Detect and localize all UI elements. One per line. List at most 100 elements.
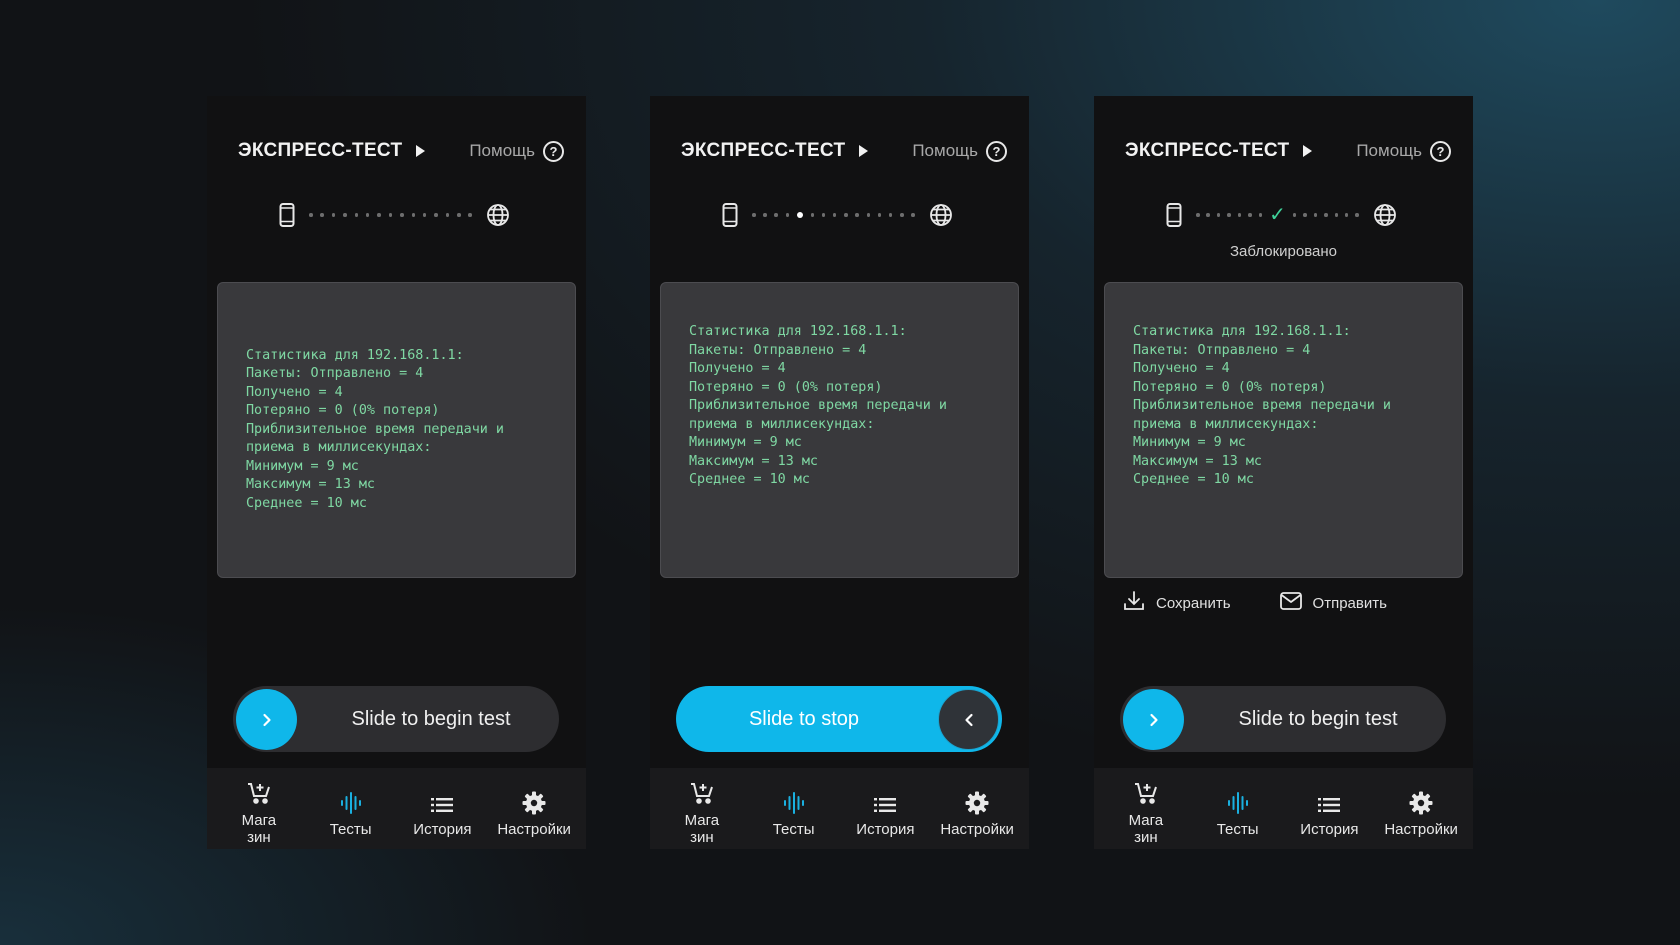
progress-dot (1248, 213, 1252, 217)
help-button[interactable]: Помощь? (469, 140, 564, 162)
progress-dot (422, 213, 427, 217)
output-line: Среднее = 10 мс (689, 472, 810, 487)
output-line: приема в миллисекундах: (689, 416, 875, 432)
nav-label: История (856, 821, 915, 838)
nav-label: Настройки (497, 821, 571, 838)
progress-dot (900, 213, 904, 217)
gear-icon (965, 789, 989, 815)
output-line: Получено = 4 (1133, 361, 1230, 376)
play-icon (416, 145, 426, 157)
question-icon: ? (1430, 140, 1451, 162)
question-icon: ? (986, 140, 1007, 162)
express-test-menu[interactable]: ЭКСПРЕСС-ТЕСТ (681, 140, 869, 162)
nav-settings[interactable]: Настройки (931, 780, 1023, 838)
send-button[interactable]: Отправить (1279, 589, 1387, 617)
waveform-icon (782, 789, 806, 815)
progress-dot (866, 213, 871, 217)
screen-title: ЭКСПРЕСС-ТЕСТ (681, 140, 846, 161)
progress-dot (1313, 213, 1318, 217)
output-line: Получено = 4 (246, 384, 343, 400)
cart-icon (1133, 780, 1159, 806)
output-line: Потеряно = 0 (0% потеря) (246, 403, 440, 419)
progress-dot (468, 213, 472, 217)
progress-dot (785, 213, 790, 217)
help-button[interactable]: Помощь? (1356, 140, 1451, 162)
slider-knob[interactable] (1123, 689, 1184, 750)
progress-dot (388, 213, 393, 217)
nav-shop[interactable]: Мага зин (656, 780, 748, 846)
progress-dot (343, 213, 347, 217)
ping-output: Статистика для 192.168.1.1: Пакеты: Отпра… (660, 282, 1019, 578)
progress-dot (365, 213, 370, 217)
screen-2: ЭКСПРЕСС-ТЕСТ Помощь? Статистика для 192.1… (650, 96, 1029, 849)
express-test-menu[interactable]: ЭКСПРЕСС-ТЕСТ (1125, 140, 1313, 162)
slide-to-stop-slider[interactable]: Slide to stop (676, 686, 1002, 752)
nav-tests[interactable]: Тесты (1192, 780, 1284, 838)
list-icon (430, 789, 454, 815)
progress-dot (832, 213, 837, 217)
nav-label: Мага зин (684, 812, 720, 846)
nav-shop[interactable]: Мага зин (1100, 780, 1192, 846)
slider-label: Slide to begin test (351, 707, 511, 730)
nav-label: Настройки (1384, 821, 1458, 838)
output-line: Статистика для 192.168.1.1: (246, 347, 464, 363)
express-test-menu[interactable]: ЭКСПРЕСС-ТЕСТ (238, 140, 426, 162)
progress-dot (377, 213, 381, 217)
screen-title: ЭКСПРЕСС-ТЕСТ (1125, 140, 1290, 161)
progress-dot (1324, 213, 1328, 217)
phone-icon (722, 203, 738, 227)
progress-dot (1292, 213, 1297, 217)
save-button[interactable]: Сохранить (1122, 589, 1231, 617)
output-line: Статистика для 192.168.1.1: (1133, 324, 1351, 339)
list-icon (873, 789, 897, 815)
progress-dot (1344, 213, 1349, 217)
phone-icon (279, 203, 295, 227)
slide-to-begin-slider[interactable]: Slide to begin test (1120, 686, 1446, 752)
progress-dots (738, 212, 929, 218)
progress-dot (844, 213, 848, 217)
result-actions: Сохранить Отправить (1122, 589, 1387, 617)
ping-output: Статистика для 192.168.1.1: Пакеты: Отпра… (217, 282, 576, 578)
output-line: Пакеты: Отправлено = 4 (689, 342, 867, 358)
output-line: Получено = 4 (689, 361, 786, 376)
nav-settings[interactable]: Настройки (1375, 780, 1467, 838)
progress-dot (752, 213, 756, 217)
progress-dot (911, 213, 915, 217)
progress-dots (295, 213, 486, 217)
nav-history[interactable]: История (1284, 780, 1376, 838)
screen-title: ЭКСПРЕСС-ТЕСТ (238, 140, 403, 161)
slider-knob[interactable] (938, 689, 999, 750)
gear-icon (1409, 789, 1433, 815)
header: ЭКСПРЕСС-ТЕСТ Помощь? (238, 136, 564, 166)
progress-dot (331, 213, 336, 217)
slider-knob[interactable] (236, 689, 297, 750)
nav-settings[interactable]: Настройки (488, 780, 580, 838)
progress-dot (821, 213, 826, 217)
slider-label: Slide to begin test (1238, 707, 1398, 730)
nav-label: История (413, 821, 472, 838)
progress-dot (1237, 213, 1242, 217)
status-label: Заблокировано (1230, 243, 1337, 260)
output-line: приема в миллисекундах: (1133, 416, 1319, 432)
gear-icon (522, 789, 546, 815)
mail-icon (1279, 590, 1303, 616)
progress-dot (309, 213, 313, 217)
progress-dot (1227, 213, 1231, 217)
progress-dot (763, 213, 767, 217)
slide-to-begin-slider[interactable]: Slide to begin test (233, 686, 559, 752)
progress-dot (796, 212, 803, 218)
output-line: Потеряно = 0 (0% потеря) (1133, 379, 1327, 395)
nav-tests[interactable]: Тесты (748, 780, 840, 838)
help-button[interactable]: Помощь? (912, 140, 1007, 162)
nav-history[interactable]: История (840, 780, 932, 838)
progress-dot (774, 213, 778, 217)
nav-tests[interactable]: Тесты (305, 780, 397, 838)
output-line: Пакеты: Отправлено = 4 (246, 366, 424, 382)
nav-shop[interactable]: Мага зин (213, 780, 305, 846)
nav-history[interactable]: История (397, 780, 489, 838)
progress-dots: ✓ (1182, 205, 1373, 225)
nav-label: История (1300, 821, 1359, 838)
nav-label: Настройки (940, 821, 1014, 838)
route-progress: ✓ (1166, 202, 1397, 228)
chevron-left-icon (964, 713, 973, 726)
